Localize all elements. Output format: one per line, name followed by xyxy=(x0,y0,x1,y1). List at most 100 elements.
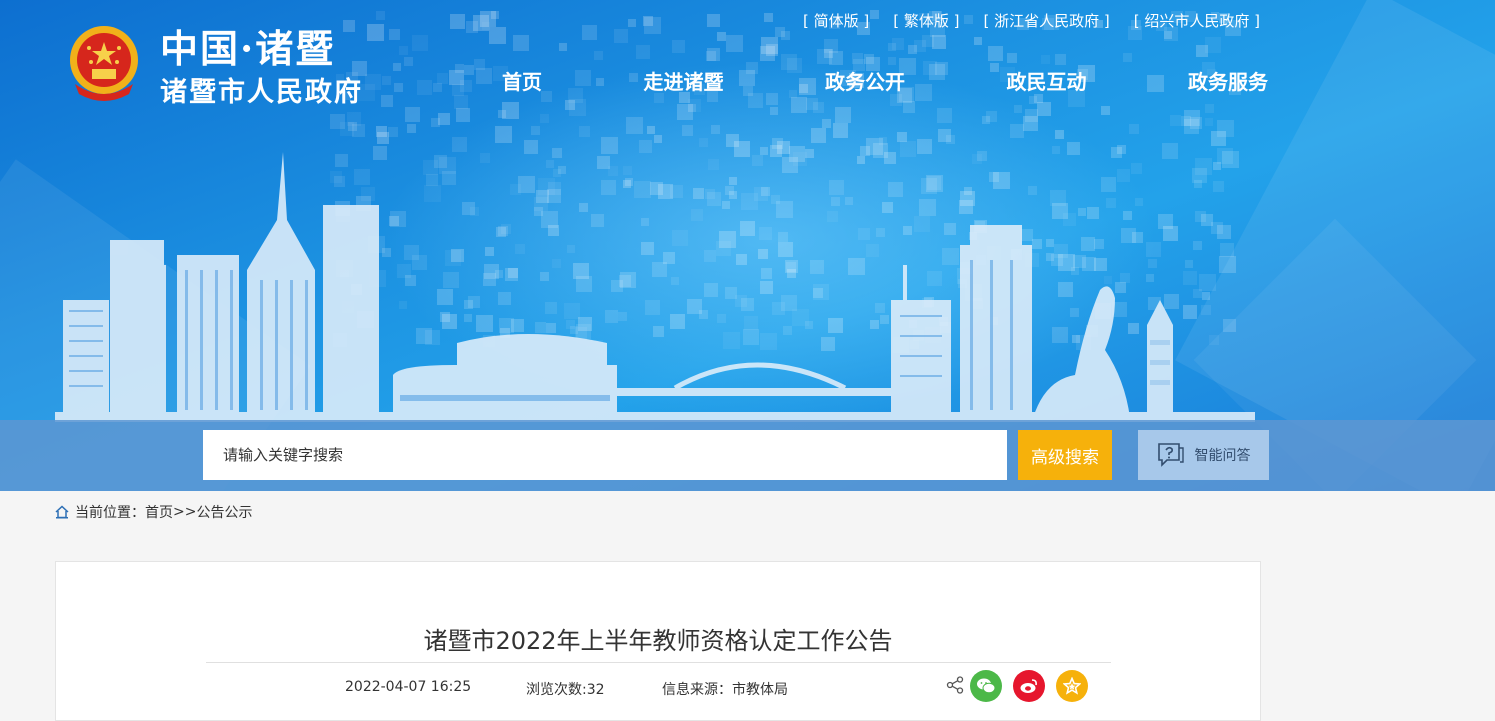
pixel-square xyxy=(822,119,831,128)
toplink-traditional[interactable]: [ 繁体版 ] xyxy=(893,10,959,31)
weibo-glyph xyxy=(1020,679,1037,693)
pixel-square xyxy=(594,51,603,60)
article-date: 2022-04-07 16:25 xyxy=(345,679,472,695)
chat-question-icon xyxy=(1157,443,1184,467)
pixel-square xyxy=(1129,124,1139,134)
breadcrumb-separator: >> xyxy=(173,504,197,520)
toplink-shaoxing-gov[interactable]: [ 绍兴市人民政府 ] xyxy=(1134,10,1260,31)
pixel-square xyxy=(835,107,851,123)
pixel-square xyxy=(711,125,720,134)
breadcrumb-home[interactable]: 首页 xyxy=(145,502,173,522)
pixel-square xyxy=(791,97,807,113)
pixel-square xyxy=(569,99,586,116)
nav-home[interactable]: 首页 xyxy=(490,66,554,95)
pixel-square xyxy=(682,125,693,136)
article-source: 信息来源：市教体局 xyxy=(662,682,788,698)
pixel-square xyxy=(946,135,955,144)
site-logo-text[interactable]: 中国·诸暨 xyxy=(160,18,335,73)
pixel-square xyxy=(1007,53,1017,63)
pixel-square xyxy=(888,57,896,65)
pixel-square xyxy=(502,102,519,119)
toplink-zhejiang-gov[interactable]: [ 浙江省人民政府 ] xyxy=(984,10,1110,31)
pixel-square xyxy=(460,80,472,92)
nav-government-affairs[interactable]: 政务公开 xyxy=(813,66,917,95)
pixel-square xyxy=(903,101,915,113)
pixel-square xyxy=(1181,116,1191,126)
pixel-square xyxy=(1029,96,1037,104)
pixel-square xyxy=(726,35,743,52)
pixel-square xyxy=(1055,130,1064,139)
breadcrumb: 当前位置： 首页 >> 公告公示 xyxy=(55,502,252,522)
pixel-square xyxy=(393,63,401,71)
pixel-square xyxy=(330,114,345,129)
pixel-square xyxy=(1205,104,1214,113)
pixel-square xyxy=(628,19,636,27)
title-divider xyxy=(206,662,1111,663)
nav-about-zhuji[interactable]: 走进诸暨 xyxy=(632,66,736,95)
pixel-square xyxy=(1055,54,1066,65)
article-views: 浏览次数:32 xyxy=(526,682,605,698)
nav-services[interactable]: 政务服务 xyxy=(1176,66,1280,95)
pixel-square xyxy=(450,14,465,29)
pixel-square xyxy=(833,123,848,138)
breadcrumb-current[interactable]: 公告公示 xyxy=(196,502,252,522)
pixel-square xyxy=(888,43,896,51)
pixel-square xyxy=(806,98,818,110)
site-name[interactable]: 诸暨市人民政府 xyxy=(160,70,363,109)
pixel-square xyxy=(433,83,442,92)
pixel-square xyxy=(1014,105,1022,113)
toplink-simplified[interactable]: [ 简体版 ] xyxy=(803,10,869,31)
pixel-square xyxy=(456,108,470,122)
pixel-square xyxy=(626,117,643,134)
pixel-square xyxy=(495,126,512,143)
header-banner: 中国·诸暨 诸暨市人民政府 [ 简体版 ] [ 繁体版 ] [ 浙江省人民政府 … xyxy=(0,0,1495,491)
pixel-square xyxy=(677,104,693,120)
pixel-square xyxy=(707,14,720,27)
pixel-square xyxy=(974,37,982,45)
favorite-star-icon[interactable] xyxy=(1056,670,1088,702)
pixel-square xyxy=(464,65,474,75)
search-input[interactable] xyxy=(203,430,1007,480)
pixel-square xyxy=(760,46,775,61)
pixel-square xyxy=(404,57,413,66)
pixel-square xyxy=(367,24,384,41)
pixel-square xyxy=(770,107,778,115)
pixel-square xyxy=(672,40,685,53)
pixel-square xyxy=(706,51,716,61)
wechat-icon[interactable] xyxy=(970,670,1002,702)
pixel-square xyxy=(407,124,416,133)
pixel-square xyxy=(376,126,387,137)
pixel-square xyxy=(399,46,408,55)
pixel-square xyxy=(513,35,529,51)
pixel-square xyxy=(417,80,432,95)
wechat-glyph xyxy=(977,678,996,694)
pixel-square xyxy=(491,11,499,19)
pixel-square xyxy=(654,135,662,143)
pixel-square xyxy=(781,31,790,40)
advanced-search-button[interactable]: 高级搜索 xyxy=(1018,430,1112,480)
smart-qa-label: 智能问答 xyxy=(1194,448,1251,464)
national-emblem xyxy=(70,26,138,101)
pixel-square xyxy=(914,40,926,52)
pixel-square xyxy=(343,20,355,32)
pixel-square xyxy=(897,132,907,142)
nav-interaction[interactable]: 政民互动 xyxy=(995,66,1099,95)
pixel-square xyxy=(864,54,874,64)
share-icon[interactable] xyxy=(946,676,964,694)
pixel-square xyxy=(1037,102,1051,116)
pixel-square xyxy=(764,13,773,22)
pixel-square xyxy=(473,15,489,31)
pixel-square xyxy=(437,73,448,84)
smart-qa-button[interactable]: 智能问答 xyxy=(1138,430,1269,480)
pixel-square xyxy=(1041,55,1050,64)
pixel-square xyxy=(394,83,403,92)
breadcrumb-prefix: 当前位置： xyxy=(75,505,145,521)
pixel-square xyxy=(582,25,597,40)
pixel-square xyxy=(454,95,468,109)
pixel-square xyxy=(531,126,540,135)
pixel-square xyxy=(438,113,450,125)
weibo-icon[interactable] xyxy=(1013,670,1045,702)
pixel-square xyxy=(717,32,726,41)
top-links: [ 简体版 ] [ 繁体版 ] [ 浙江省人民政府 ] [ 绍兴市人民政府 ] xyxy=(779,10,1260,31)
main-nav: 首页 走进诸暨 政务公开 政民互动 政务服务 xyxy=(490,66,1280,95)
